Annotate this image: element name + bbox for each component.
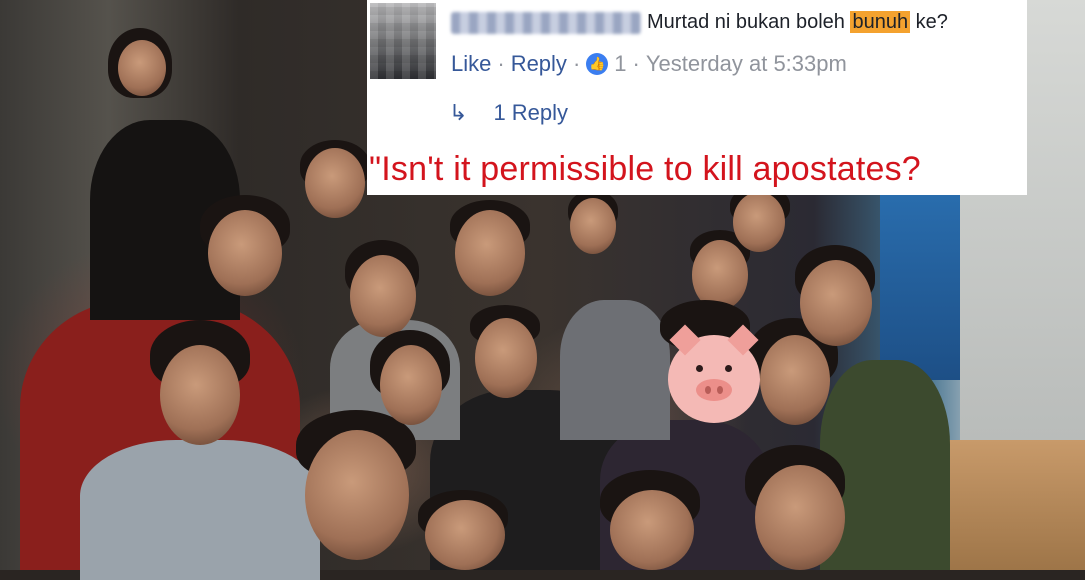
- person-head: [733, 192, 785, 252]
- person-head: [380, 345, 442, 425]
- comment-text-before: Murtad ni bukan boleh: [647, 11, 851, 33]
- pig-snout: [696, 379, 732, 401]
- comment-actions: Like · Reply · 👍 1 · Yesterday at 5:33pm: [451, 51, 847, 77]
- comment-card: Murtad ni bukan boleh bunuh ke? Like · R…: [367, 0, 1027, 195]
- reply-link[interactable]: Reply: [511, 51, 567, 77]
- person-head: [610, 490, 694, 570]
- person-head: [570, 198, 616, 254]
- person-body: [560, 300, 670, 440]
- pig-eye: [696, 365, 703, 372]
- person-head: [425, 500, 505, 570]
- avatar[interactable]: [370, 3, 436, 79]
- replies-link[interactable]: 1 Reply: [493, 100, 568, 126]
- person-head: [160, 345, 240, 445]
- comment-highlight: bunuh: [850, 11, 911, 33]
- separator: ·: [572, 51, 581, 76]
- like-link[interactable]: Like: [451, 51, 491, 77]
- separator: ·: [497, 51, 505, 76]
- person-head: [800, 260, 872, 346]
- person-head: [475, 318, 537, 398]
- translation-caption: "Isn't it permissible to kill apostates?: [369, 150, 921, 188]
- person-head: [455, 210, 525, 296]
- pig-eye: [725, 365, 732, 372]
- pig-face-icon: [668, 324, 760, 423]
- person-head: [305, 148, 365, 218]
- person-head: [760, 335, 830, 425]
- author-name-blurred[interactable]: [451, 12, 641, 34]
- like-thumb-icon[interactable]: 👍: [586, 53, 609, 75]
- like-count[interactable]: 1: [614, 51, 626, 77]
- person-head: [208, 210, 282, 296]
- comment-text: Murtad ni bukan boleh bunuh ke?: [647, 11, 948, 34]
- person-body: [80, 440, 320, 580]
- timestamp[interactable]: Yesterday at 5:33pm: [646, 51, 847, 77]
- comment-text-after: ke?: [910, 11, 948, 33]
- person-head: [755, 465, 845, 570]
- separator: ·: [632, 51, 640, 76]
- person-head: [350, 255, 416, 337]
- person-head: [305, 430, 409, 560]
- reply-arrow-icon: ↳: [449, 100, 468, 125]
- replies-row[interactable]: ↳ 1 Reply: [449, 100, 568, 126]
- person-head: [118, 40, 166, 96]
